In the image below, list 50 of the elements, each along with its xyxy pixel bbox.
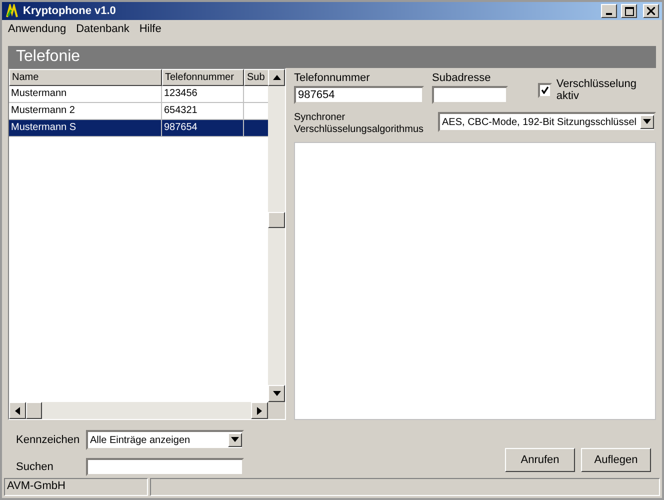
subaddress-field[interactable] [432, 86, 508, 104]
close-icon [647, 7, 655, 15]
up-arrow-icon [272, 74, 280, 82]
table-row[interactable]: Mustermann 2 654321 [9, 103, 268, 120]
status-bar-pane: AVM-GmbH [4, 478, 148, 496]
action-button[interactable]: Anrufen [505, 448, 575, 472]
table-row[interactable]: Mustermann S 987654 [9, 120, 268, 137]
field-label: Suchen [16, 461, 54, 473]
vertical-scrollbar[interactable] [268, 69, 285, 402]
field-label: Subadresse [432, 72, 492, 84]
right-arrow-icon [256, 406, 264, 414]
phone-number-field[interactable]: 987654 [294, 86, 424, 104]
scrollbar-thumb[interactable] [268, 212, 285, 228]
down-arrow-icon [272, 390, 280, 398]
filter-dropdown[interactable]: Alle Einträge anzeigen [86, 430, 244, 450]
scroll-down-button[interactable] [268, 385, 285, 402]
search-field[interactable] [86, 458, 244, 476]
scrollbar-corner [268, 402, 285, 419]
horizontal-scrollbar[interactable] [9, 402, 268, 419]
window-title: Kryptophone v1.0 [23, 5, 117, 17]
minimize-button[interactable] [601, 4, 617, 18]
close-button[interactable] [643, 4, 659, 18]
menu-item[interactable]: Anwendung [8, 23, 66, 37]
table-row[interactable]: Mustermann 123456 [9, 86, 268, 103]
menu-item[interactable]: Datenbank [76, 23, 130, 37]
checkbox[interactable] [538, 82, 552, 98]
down-arrow-icon [231, 436, 239, 444]
column-header[interactable]: Telefonnummer [162, 69, 244, 86]
column-header[interactable]: Name [9, 69, 162, 86]
field-label: Synchroner Verschlüsselungsalgorithmus [294, 112, 425, 136]
scroll-up-button[interactable] [268, 69, 285, 86]
scroll-left-button[interactable] [9, 402, 26, 419]
column-header[interactable]: Sub [244, 69, 268, 86]
checkmark-icon [541, 86, 550, 94]
down-arrow-icon [643, 118, 651, 126]
table-cell: 987654 [162, 120, 244, 137]
checkbox-label: Verschlüsselung aktiv [556, 78, 638, 102]
scroll-right-button[interactable] [251, 402, 268, 419]
field-label: Kennzeichen [16, 434, 81, 446]
left-arrow-icon [14, 406, 22, 414]
menu-item[interactable]: Hilfe [139, 23, 162, 37]
table-cell: Mustermann S [9, 120, 162, 137]
maximize-button[interactable] [621, 4, 637, 18]
app-logo-icon [5, 4, 19, 18]
algorithm-dropdown[interactable]: AES, CBC-Mode, 192-Bit Sitzungsschlüssel [438, 112, 656, 132]
field-label: Telefonnummer [294, 72, 371, 84]
action-button[interactable]: Auflegen [581, 448, 651, 472]
maximize-icon [624, 6, 634, 16]
section-header: Telefonie [8, 46, 656, 68]
scrollbar-thumb[interactable] [26, 402, 42, 419]
